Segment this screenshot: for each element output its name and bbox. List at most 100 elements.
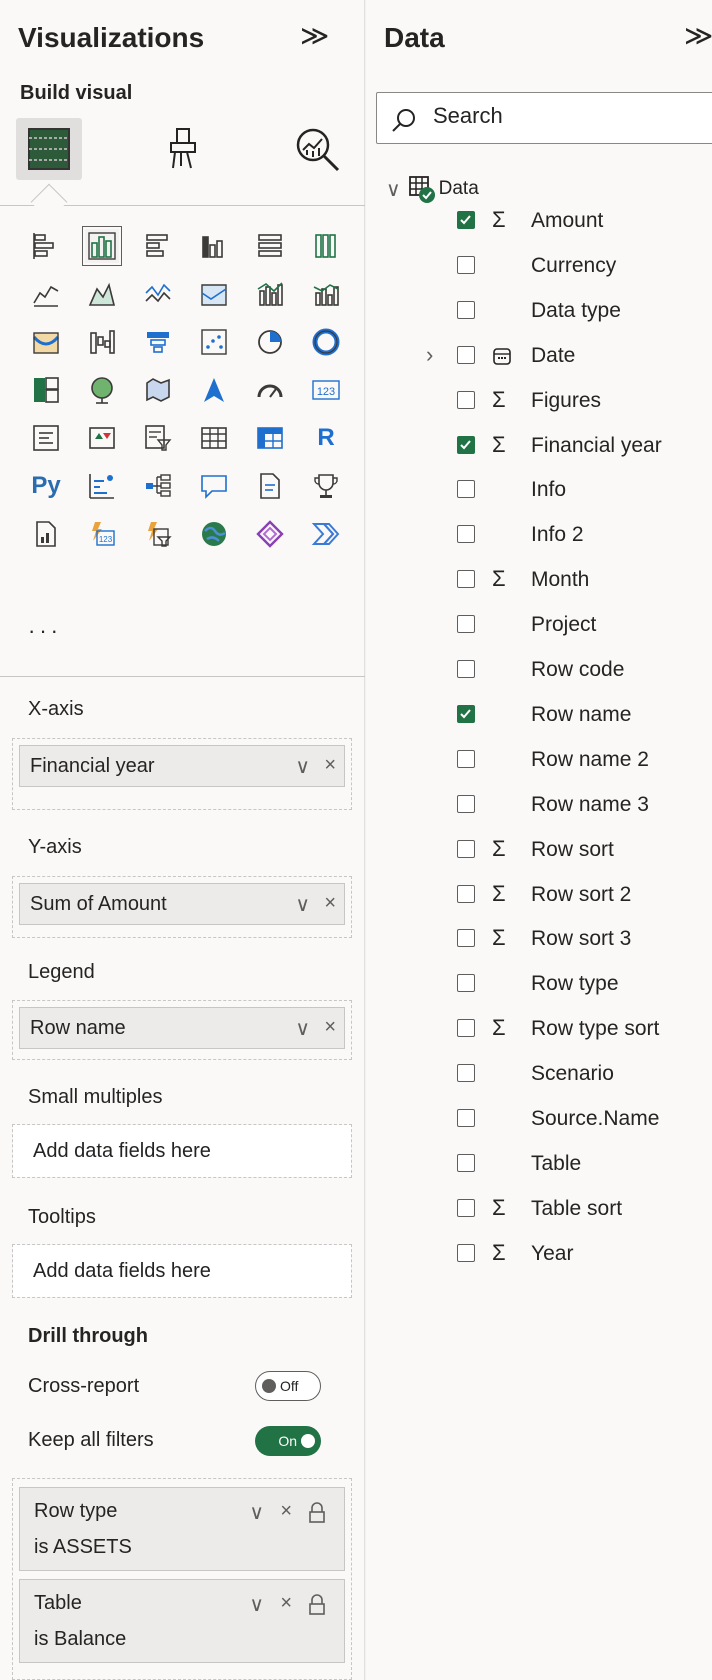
field-item[interactable]: Table bbox=[366, 1142, 712, 1186]
field-item[interactable]: Currency bbox=[366, 244, 712, 288]
field-checkbox[interactable] bbox=[457, 300, 475, 319]
field-item[interactable]: Row code bbox=[366, 648, 712, 692]
matrix-icon[interactable] bbox=[242, 414, 298, 462]
table-icon[interactable] bbox=[186, 414, 242, 462]
field-item[interactable]: Σ Row type sort bbox=[366, 1007, 712, 1051]
field-checkbox[interactable] bbox=[457, 1064, 475, 1083]
field-item[interactable]: Info 2 bbox=[366, 513, 712, 557]
azure-map-icon[interactable] bbox=[186, 366, 242, 414]
legend-well[interactable]: Row name ∨ × bbox=[12, 1000, 352, 1060]
field-checkbox[interactable] bbox=[457, 255, 475, 274]
field-item[interactable]: Row name 2 bbox=[366, 738, 712, 782]
power-automate-icon[interactable] bbox=[298, 510, 354, 558]
small-multiples-well[interactable]: Add data fields here bbox=[12, 1124, 352, 1178]
field-checkbox[interactable] bbox=[457, 1153, 475, 1172]
stacked-bar-chart-icon[interactable] bbox=[18, 222, 74, 270]
field-checkbox[interactable] bbox=[457, 525, 475, 544]
chevron-right-icon[interactable]: › bbox=[426, 342, 433, 368]
field-item[interactable]: Row name 3 bbox=[366, 783, 712, 827]
paginated-report-icon[interactable] bbox=[18, 510, 74, 558]
analytics-tab[interactable] bbox=[284, 118, 350, 180]
area-chart-icon[interactable] bbox=[74, 270, 130, 318]
y-axis-field-pill[interactable]: Sum of Amount ∨ × bbox=[19, 883, 345, 925]
close-icon[interactable]: × bbox=[324, 1016, 336, 1039]
chevron-down-icon[interactable]: ∨ bbox=[386, 177, 401, 202]
scatter-chart-icon[interactable] bbox=[186, 318, 242, 366]
100pct-stacked-column-chart-icon[interactable] bbox=[298, 222, 354, 270]
collapse-visualizations-button[interactable]: ≫ bbox=[300, 22, 329, 50]
smart-narrative-icon[interactable] bbox=[242, 462, 298, 510]
field-item[interactable]: Info bbox=[366, 468, 712, 512]
treemap-icon[interactable] bbox=[18, 366, 74, 414]
field-item[interactable]: Σ Year bbox=[366, 1232, 712, 1276]
field-checkbox[interactable] bbox=[457, 480, 475, 499]
y-axis-well[interactable]: Sum of Amount ∨ × bbox=[12, 876, 352, 938]
map-icon[interactable] bbox=[74, 366, 130, 414]
field-checkbox[interactable] bbox=[457, 615, 475, 634]
decomposition-tree-icon[interactable] bbox=[130, 462, 186, 510]
field-checkbox[interactable] bbox=[457, 660, 475, 678]
field-item[interactable]: Σ Table sort bbox=[366, 1187, 712, 1231]
qna-icon[interactable] bbox=[186, 462, 242, 510]
more-visuals-button[interactable]: ··· bbox=[28, 618, 62, 644]
x-axis-field-pill[interactable]: Financial year ∨ × bbox=[19, 745, 345, 787]
waterfall-chart-icon[interactable] bbox=[74, 318, 130, 366]
metrics-icon[interactable] bbox=[298, 462, 354, 510]
tooltips-drop-target[interactable]: Add data fields here bbox=[13, 1245, 351, 1297]
line-and-stacked-column-chart-icon[interactable] bbox=[242, 270, 298, 318]
slicer-icon[interactable] bbox=[130, 414, 186, 462]
tooltips-well[interactable]: Add data fields here bbox=[12, 1244, 352, 1298]
chevron-down-icon[interactable]: ∨ bbox=[295, 754, 310, 779]
small-multiples-drop-target[interactable]: Add data fields here bbox=[13, 1125, 351, 1177]
funnel-chart-icon[interactable] bbox=[130, 318, 186, 366]
chevron-down-icon[interactable]: ∨ bbox=[249, 1500, 264, 1525]
chevron-down-icon[interactable]: ∨ bbox=[249, 1592, 264, 1617]
field-checkbox[interactable] bbox=[457, 345, 475, 364]
pie-chart-icon[interactable] bbox=[242, 318, 298, 366]
100pct-stacked-bar-chart-icon[interactable] bbox=[242, 222, 298, 270]
x-axis-well[interactable]: Financial year ∨ × bbox=[12, 738, 352, 810]
chevron-down-icon[interactable]: ∨ bbox=[295, 892, 310, 917]
donut-chart-icon[interactable] bbox=[298, 318, 354, 366]
stacked-column-chart-icon[interactable] bbox=[74, 222, 130, 270]
field-checkbox[interactable] bbox=[457, 704, 475, 723]
field-item[interactable]: Scenario bbox=[366, 1052, 712, 1096]
field-checkbox[interactable] bbox=[457, 884, 475, 903]
collapse-data-button[interactable]: ≫ bbox=[684, 22, 712, 50]
field-checkbox[interactable] bbox=[457, 929, 475, 948]
field-checkbox[interactable] bbox=[457, 974, 475, 993]
stacked-area-chart-icon[interactable] bbox=[130, 270, 186, 318]
build-visual-tab[interactable] bbox=[16, 118, 82, 180]
close-icon[interactable]: × bbox=[280, 1500, 292, 1523]
format-visual-tab[interactable] bbox=[150, 118, 216, 180]
arcgis-map-icon[interactable] bbox=[186, 510, 242, 558]
drill-through-filter-card[interactable]: Row type is ASSETS ∨ × bbox=[19, 1487, 345, 1571]
search-box[interactable] bbox=[376, 92, 712, 144]
field-checkbox[interactable] bbox=[457, 1019, 475, 1038]
gauge-icon[interactable] bbox=[242, 366, 298, 414]
field-item[interactable]: Σ Row sort 3 bbox=[366, 917, 712, 961]
lock-icon[interactable] bbox=[308, 1502, 326, 1524]
field-checkbox[interactable] bbox=[457, 1243, 475, 1262]
field-item[interactable]: Σ Row sort 2 bbox=[366, 873, 712, 917]
drill-through-filter-card[interactable]: Table is Balance ∨ × bbox=[19, 1579, 345, 1663]
field-checkbox[interactable] bbox=[457, 839, 475, 858]
chevron-down-icon[interactable]: ∨ bbox=[295, 1016, 310, 1041]
drill-through-filters-well[interactable]: Row type is ASSETS ∨ × Table is Balance … bbox=[12, 1478, 352, 1680]
field-item[interactable]: Σ Financial year bbox=[366, 424, 712, 468]
field-checkbox[interactable] bbox=[457, 1198, 475, 1217]
ribbon-chart-icon[interactable] bbox=[18, 318, 74, 366]
field-item[interactable]: Σ Amount bbox=[366, 199, 712, 243]
field-item[interactable]: Project bbox=[366, 603, 712, 647]
clustered-bar-chart-icon[interactable] bbox=[130, 222, 186, 270]
legend-field-pill[interactable]: Row name ∨ × bbox=[19, 1007, 345, 1049]
r-visual-icon[interactable]: R bbox=[298, 414, 354, 462]
python-visual-icon[interactable]: Py bbox=[18, 462, 74, 510]
field-checkbox[interactable] bbox=[457, 1109, 475, 1127]
field-item[interactable]: Σ Figures bbox=[366, 379, 712, 423]
close-icon[interactable]: × bbox=[324, 754, 336, 777]
field-item[interactable]: Data type bbox=[366, 289, 712, 333]
power-apps-slicer-icon[interactable] bbox=[130, 510, 186, 558]
field-item[interactable]: Σ Row sort bbox=[366, 828, 712, 872]
power-apps-card-icon[interactable]: 123 bbox=[74, 510, 130, 558]
